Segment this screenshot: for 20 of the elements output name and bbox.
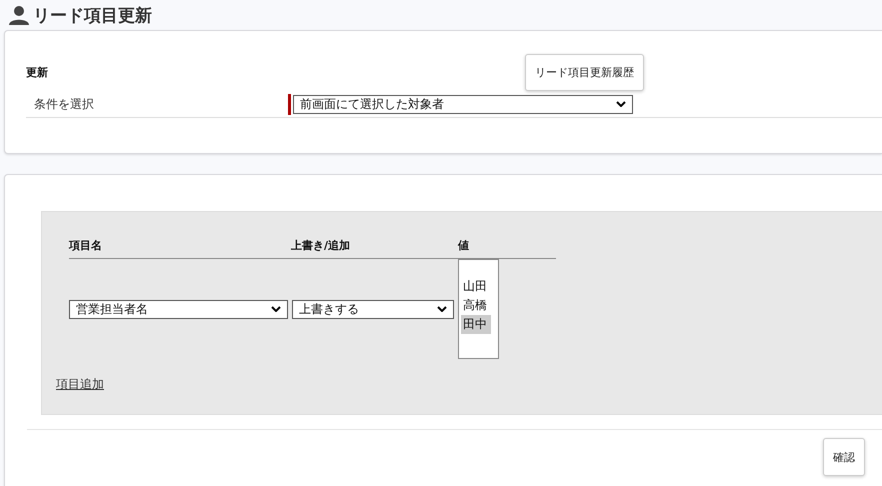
chevron-down-icon (271, 306, 281, 312)
section-heading: 更新 (26, 64, 49, 80)
chevron-down-icon (616, 101, 626, 107)
list-option[interactable]: 高橋 (461, 296, 491, 315)
list-option[interactable]: 山田 (461, 277, 491, 296)
page-title: リード項目更新 (33, 4, 152, 26)
list-option[interactable]: 田中 (461, 315, 491, 334)
column-header: 上書き/追加 (291, 238, 352, 252)
column-header: 項目名 (69, 238, 103, 252)
field-select[interactable]: 営業担当者名 (69, 300, 288, 318)
column-header: 値 (458, 238, 469, 252)
chevron-down-icon (437, 306, 447, 312)
condition-label: 条件を選択 (34, 96, 95, 112)
mode-select[interactable]: 上書きする (292, 300, 454, 318)
person-icon (9, 5, 29, 25)
add-item-link[interactable]: 項目追加 (56, 376, 104, 393)
value-listbox[interactable]: 山田 高橋 田中 (458, 259, 499, 359)
condition-select[interactable]: 前画面にて選択した対象者 (293, 94, 633, 114)
confirm-button[interactable]: 確認 (823, 438, 865, 476)
history-button[interactable]: リード項目更新履歴 (525, 54, 644, 90)
